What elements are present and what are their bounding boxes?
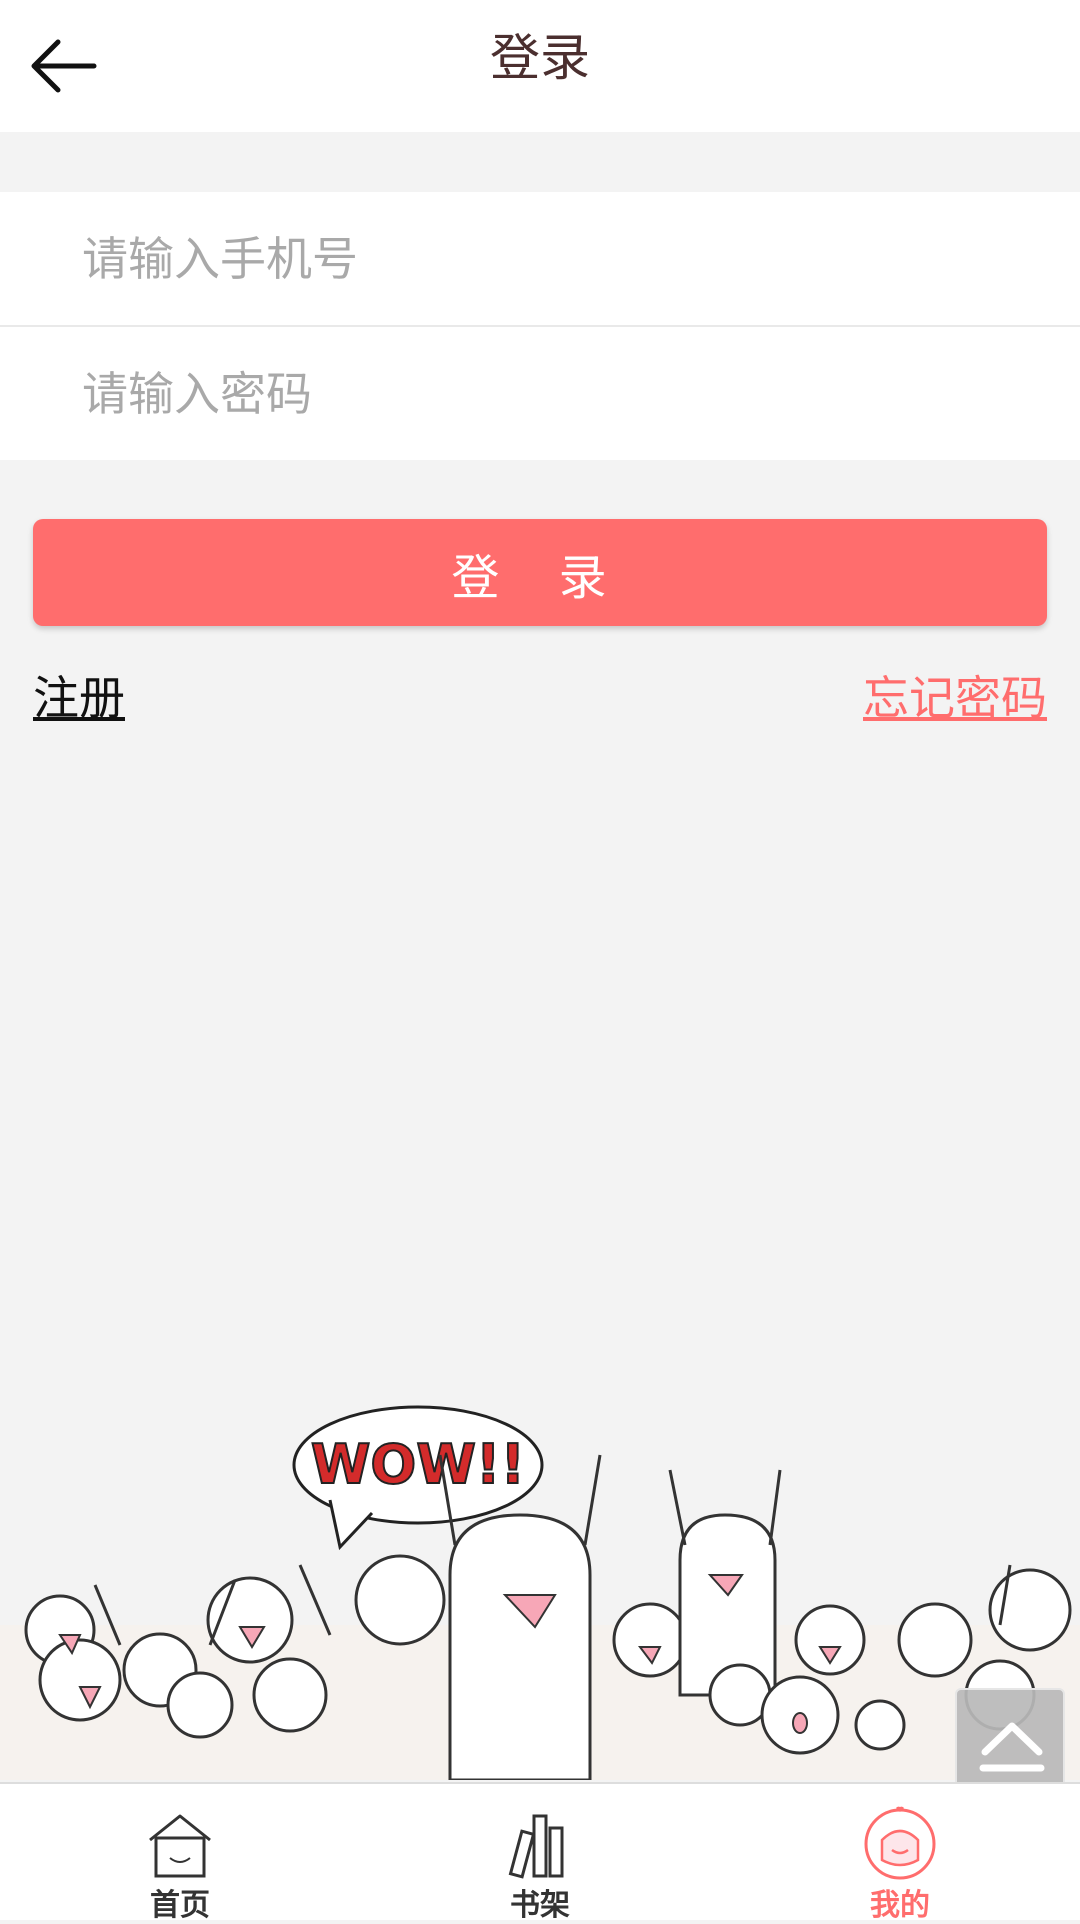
forgot-password-link[interactable]: 忘记密码 [863,662,1047,728]
home-icon [149,1814,211,1878]
password-input[interactable] [80,365,980,422]
tab-bookshelf[interactable]: 书架 [440,1784,640,1923]
phone-input[interactable] [80,230,980,287]
profile-icon [864,1806,936,1880]
password-field-row [0,327,1080,460]
bookshelf-icon [508,1814,564,1879]
tab-label-profile: 我的 [870,1888,930,1923]
phone-field-row [0,192,1080,325]
login-button[interactable]: 登 录 [33,519,1047,626]
tab-profile[interactable]: 我的 [800,1784,1000,1923]
header-bar: 登录 [0,0,1080,132]
tab-label-home: 首页 [150,1888,210,1923]
cheering-crowd-illustration: WOW!! [0,1405,1080,1780]
page-title: 登录 [490,29,590,87]
tab-home[interactable]: 首页 [80,1784,280,1923]
login-form [0,192,1080,460]
tab-label-bookshelf: 书架 [510,1888,570,1923]
register-link[interactable]: 注册 [33,662,125,728]
wow-text: WOW!! [311,1433,525,1496]
bottom-tab-bar: 首页 书架 我的 [0,1782,1080,1923]
